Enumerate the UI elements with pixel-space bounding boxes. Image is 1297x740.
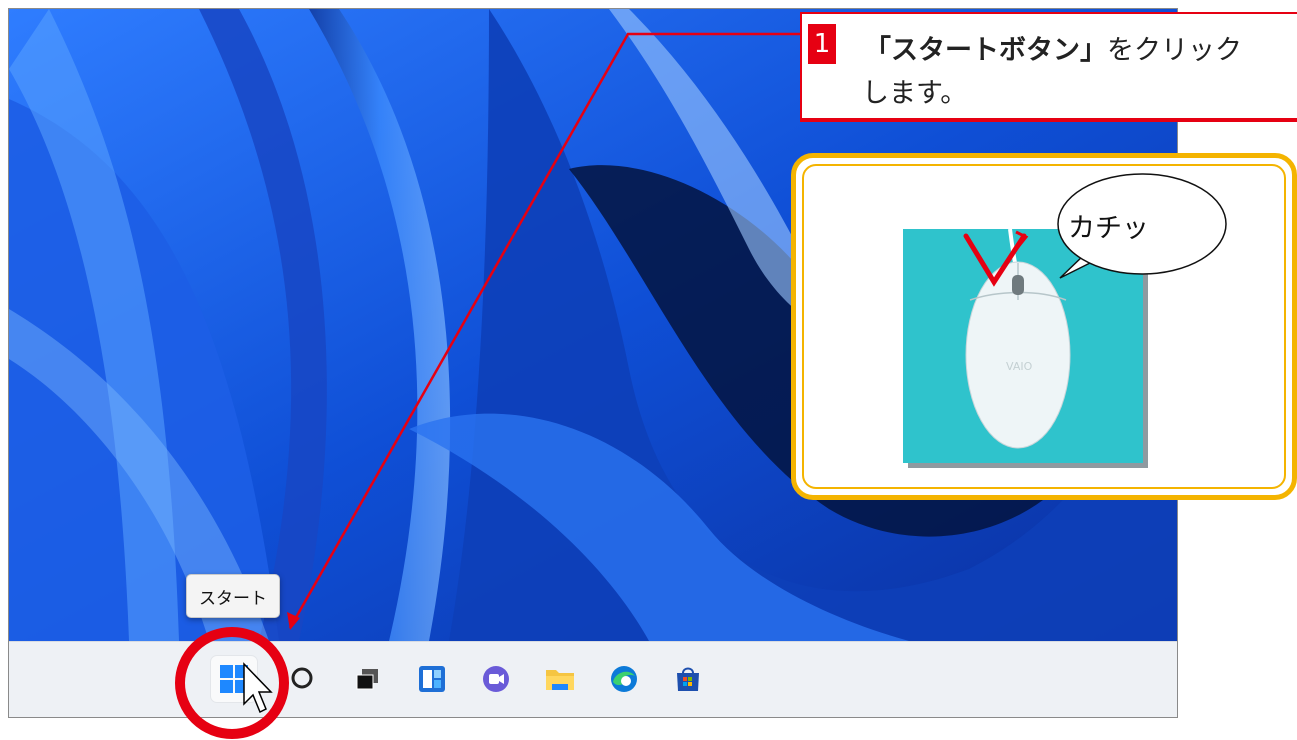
file-explorer-icon: [546, 670, 574, 690]
task-view-button[interactable]: [345, 656, 391, 702]
search-icon: [291, 667, 313, 689]
step-number: 1: [808, 24, 836, 64]
widgets-button[interactable]: [409, 656, 455, 702]
task-view-icon: [356, 669, 378, 690]
instruction-line1-rest: をクリック: [1107, 35, 1242, 66]
chat-button[interactable]: [473, 656, 519, 702]
mouse-illustration-frame: [791, 153, 1297, 500]
edge-icon: [611, 666, 637, 692]
edge-button[interactable]: [601, 656, 647, 702]
instruction-highlight: 「スタートボタン」: [864, 35, 1107, 66]
bubble-text: カチッ: [1068, 213, 1149, 244]
widgets-icon: [419, 666, 445, 692]
search-button[interactable]: [281, 656, 327, 702]
store-button[interactable]: [665, 656, 711, 702]
mouse-illustration-inner-border: [802, 164, 1286, 489]
chat-icon: [483, 666, 509, 692]
start-icon: [220, 665, 248, 693]
start-button[interactable]: [211, 656, 257, 702]
instruction-line1: 「スタートボタン」をクリック: [864, 28, 1242, 74]
taskbar: [9, 641, 1177, 717]
file-explorer-button[interactable]: [537, 656, 583, 702]
instruction-line2: します。: [862, 78, 968, 109]
instruction-callout: 1 「スタートボタン」をクリック します。: [800, 12, 1297, 122]
start-tooltip: スタート: [186, 574, 280, 618]
store-icon: [677, 667, 699, 691]
